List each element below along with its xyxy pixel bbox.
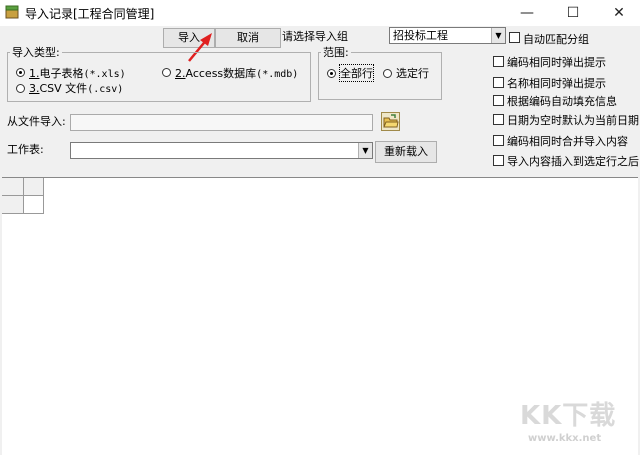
option-csv-ext: (.csv) <box>87 84 124 95</box>
option-checkbox[interactable] <box>493 77 504 88</box>
watermark-text: KK下载 <box>520 401 617 431</box>
range-legend: 范围: <box>323 46 349 59</box>
radio-selected-rows[interactable] <box>383 69 392 78</box>
title-bar[interactable]: 导入记录[工程合同管理] — ☐ ✕ <box>0 0 640 26</box>
option-label: 编码相同时合并导入内容 <box>507 135 628 148</box>
window-title: 导入记录[工程合同管理] <box>25 7 155 21</box>
option-excel-ext: (*.xls) <box>83 69 126 80</box>
option-access[interactable]: 2.Access数据库(*.mdb) <box>175 65 298 81</box>
watermark-logo: KK下载 www.kkx.net <box>520 395 635 451</box>
chevron-down-icon[interactable]: ▼ <box>491 28 505 43</box>
grid-column-header[interactable] <box>24 178 44 196</box>
grid-cell[interactable] <box>24 196 44 214</box>
option-checkbox[interactable] <box>493 56 504 67</box>
option-checkbox[interactable] <box>493 135 504 146</box>
radio-all-rows[interactable] <box>327 69 336 78</box>
group-select-value: 招投标工程 <box>393 29 448 42</box>
sheet-select[interactable]: ▼ <box>70 142 373 159</box>
option-csv[interactable]: 3.CSV 文件(.csv) <box>29 80 123 96</box>
chevron-down-icon[interactable]: ▼ <box>358 143 372 158</box>
option-label: 根据编码自动填充信息 <box>507 95 617 108</box>
option-excel[interactable]: 1.电子表格(*.xls) <box>29 65 126 81</box>
option-access-key: 2. <box>175 67 186 80</box>
option-label: 编码相同时弹出提示 <box>507 56 606 69</box>
open-folder-button[interactable] <box>381 112 400 131</box>
minimize-button[interactable]: — <box>504 0 550 26</box>
maximize-button[interactable]: ☐ <box>550 0 596 26</box>
file-path-input[interactable] <box>70 114 373 131</box>
option-csv-key: 3. <box>29 82 40 95</box>
option-label: 日期为空时默认为当前日期 <box>507 114 639 127</box>
option-csv-label: CSV 文件 <box>39 82 88 95</box>
auto-match-label: 自动匹配分组 <box>523 33 589 46</box>
import-type-legend: 导入类型: <box>12 46 60 59</box>
grid-corner-cell[interactable] <box>2 178 24 196</box>
option-checkbox[interactable] <box>493 114 504 125</box>
option-excel-key: 1. <box>29 67 40 80</box>
watermark-url: www.kkx.net <box>528 433 602 444</box>
group-label: 请选择导入组 <box>282 30 348 43</box>
option-access-ext: (*.mdb) <box>256 69 299 80</box>
radio-access[interactable] <box>162 68 171 77</box>
folder-icon <box>383 114 399 128</box>
option-label: 名称相同时弹出提示 <box>507 77 606 90</box>
option-selected-rows[interactable]: 选定行 <box>396 65 429 81</box>
option-excel-label: 电子表格 <box>39 67 84 80</box>
radio-csv[interactable] <box>16 84 25 93</box>
file-import-label: 从文件导入: <box>7 115 66 128</box>
option-access-label: Access数据库 <box>185 67 257 80</box>
app-icon <box>5 5 19 19</box>
radio-excel[interactable] <box>16 68 25 77</box>
grid-row-header[interactable] <box>2 196 24 214</box>
option-checkbox[interactable] <box>493 95 504 106</box>
close-button[interactable]: ✕ <box>596 0 640 26</box>
option-checkbox[interactable] <box>493 155 504 166</box>
option-all-rows[interactable]: 全部行 <box>339 64 374 82</box>
reload-button[interactable]: 重新载入 <box>375 141 437 163</box>
auto-match-checkbox[interactable] <box>509 32 520 43</box>
option-label: 导入内容插入到选定行之后 <box>507 155 639 168</box>
sheet-label: 工作表: <box>7 143 44 156</box>
group-select[interactable]: 招投标工程 ▼ <box>389 27 506 44</box>
